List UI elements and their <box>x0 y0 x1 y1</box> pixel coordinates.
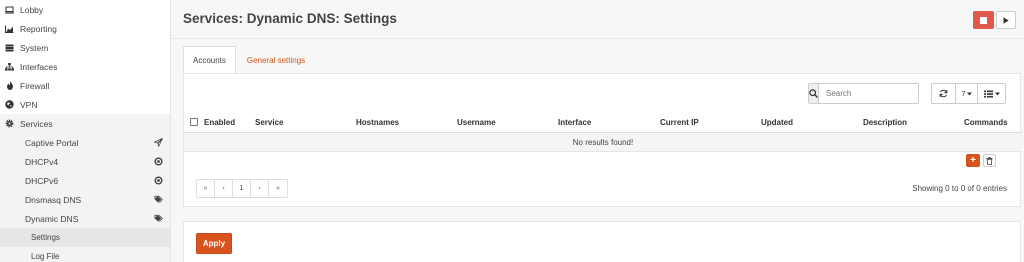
cog-icon <box>5 119 14 128</box>
pagination-first[interactable]: « <box>197 180 215 197</box>
sidebar-item-label: Settings <box>31 233 60 242</box>
main-content: Services: Dynamic DNS: Settings Accounts… <box>171 0 1024 262</box>
server-icon <box>5 43 14 52</box>
bullseye-icon <box>154 157 163 166</box>
grid-header: Enabled Service Hostnames Username Inter… <box>184 111 1022 133</box>
sidebar-item-dnsmasq-dns[interactable]: Dnsmasq DNS <box>0 190 170 209</box>
empty-grid-message: No results found! <box>184 133 1022 152</box>
sidebar-item-label: System <box>20 42 49 53</box>
start-service-button[interactable] <box>996 11 1016 29</box>
tags-icon <box>154 195 163 204</box>
sidebar-item-reporting[interactable]: Reporting <box>0 19 170 38</box>
sidebar-item-interfaces[interactable]: Interfaces <box>0 57 170 76</box>
sidebar-item-label: VPN <box>20 99 38 110</box>
page-header: Services: Dynamic DNS: Settings <box>171 0 1024 39</box>
sidebar-item-firewall[interactable]: Firewall <box>0 76 170 95</box>
area-chart-icon <box>5 24 14 33</box>
stop-service-button[interactable] <box>973 11 994 29</box>
stop-icon <box>980 16 987 24</box>
accounts-grid-panel: 7 Enabled Service Hostnames Username Int… <box>183 73 1022 207</box>
column-header-description[interactable]: Description <box>863 118 907 127</box>
caret-down-icon <box>966 92 972 95</box>
grid-toolbar: 7 <box>931 83 1006 104</box>
search-icon <box>809 84 819 103</box>
sidebar-item-log-file[interactable]: Log File <box>0 247 170 262</box>
sidebar-item-label: Firewall <box>20 80 50 91</box>
paper-plane-icon <box>154 138 163 147</box>
refresh-button[interactable] <box>932 84 956 103</box>
apply-button[interactable]: Apply <box>196 233 232 254</box>
tab-general-settings[interactable]: General settings <box>237 46 315 74</box>
tags-icon <box>154 214 163 223</box>
sidebar-item-system[interactable]: System <box>0 38 170 57</box>
delete-selected-button[interactable] <box>983 154 996 167</box>
sidebar-item-dhcpv4[interactable]: DHCPv4 <box>0 152 170 171</box>
page-title: Services: Dynamic DNS: Settings <box>183 11 397 26</box>
refresh-icon <box>939 89 948 98</box>
globe-icon <box>5 100 14 109</box>
sidebar-item-label: Services <box>20 118 53 129</box>
pagination-next[interactable]: › <box>251 180 269 197</box>
column-header-current-ip[interactable]: Current IP <box>660 118 699 127</box>
pagination-page-1[interactable]: 1 <box>233 180 251 197</box>
sitemap-icon <box>5 62 14 71</box>
pagination-prev[interactable]: ‹ <box>215 180 233 197</box>
sidebar-item-settings[interactable]: Settings <box>0 228 170 247</box>
pagination: « ‹ 1 › » <box>196 179 288 198</box>
column-header-service[interactable]: Service <box>255 118 283 127</box>
fire-icon <box>5 81 14 90</box>
caret-down-icon <box>994 92 1000 95</box>
column-header-commands: Commands <box>964 118 1008 127</box>
sidebar-item-dynamic-dns[interactable]: Dynamic DNS <box>0 209 170 228</box>
page-size-value: 7 <box>961 89 966 98</box>
select-all-checkbox[interactable] <box>190 118 198 126</box>
sidebar-item-label: DHCPv6 <box>25 175 59 186</box>
pagination-last[interactable]: » <box>269 180 287 197</box>
bullseye-icon <box>154 176 163 185</box>
sidebar-item-label: Captive Portal <box>25 137 79 148</box>
sidebar-item-services[interactable]: Services <box>0 114 170 133</box>
pagination-info: Showing 0 to 0 of 0 entries <box>912 184 1007 193</box>
sidebar-item-captive-portal[interactable]: Captive Portal <box>0 133 170 152</box>
sidebar-item-vpn[interactable]: VPN <box>0 95 170 114</box>
sidebar-item-lobby[interactable]: Lobby <box>0 0 170 19</box>
search-box <box>808 83 936 104</box>
sidebar-item-label: DHCPv4 <box>25 156 59 167</box>
trash-icon <box>986 156 993 165</box>
column-header-username[interactable]: Username <box>457 118 496 127</box>
sidebar-item-label: Dnsmasq DNS <box>25 194 82 205</box>
column-selection-button[interactable] <box>978 84 1005 103</box>
add-account-button[interactable]: + <box>966 154 980 167</box>
page-size-select[interactable]: 7 <box>956 84 978 103</box>
tab-accounts[interactable]: Accounts <box>183 46 236 74</box>
sidebar: Lobby Reporting System Interfaces Firewa… <box>0 0 171 262</box>
search-input[interactable] <box>819 84 936 103</box>
sidebar-item-dhcpv6[interactable]: DHCPv6 <box>0 171 170 190</box>
apply-panel: Apply <box>183 221 1021 262</box>
sidebar-item-label: Lobby <box>20 4 44 15</box>
laptop-icon <box>5 5 14 14</box>
list-icon <box>983 90 993 97</box>
column-header-updated[interactable]: Updated <box>761 118 793 127</box>
sidebar-item-label: Reporting <box>20 23 57 34</box>
plus-icon: + <box>970 154 976 166</box>
column-header-enabled[interactable]: Enabled <box>204 118 235 127</box>
sidebar-item-label: Log File <box>31 252 60 261</box>
sidebar-item-label: Dynamic DNS <box>25 213 79 224</box>
play-icon <box>1003 16 1009 24</box>
column-header-hostnames[interactable]: Hostnames <box>356 118 399 127</box>
sidebar-item-label: Interfaces <box>20 61 58 72</box>
tab-bar: Accounts General settings <box>183 46 315 74</box>
column-header-interface[interactable]: Interface <box>558 118 591 127</box>
